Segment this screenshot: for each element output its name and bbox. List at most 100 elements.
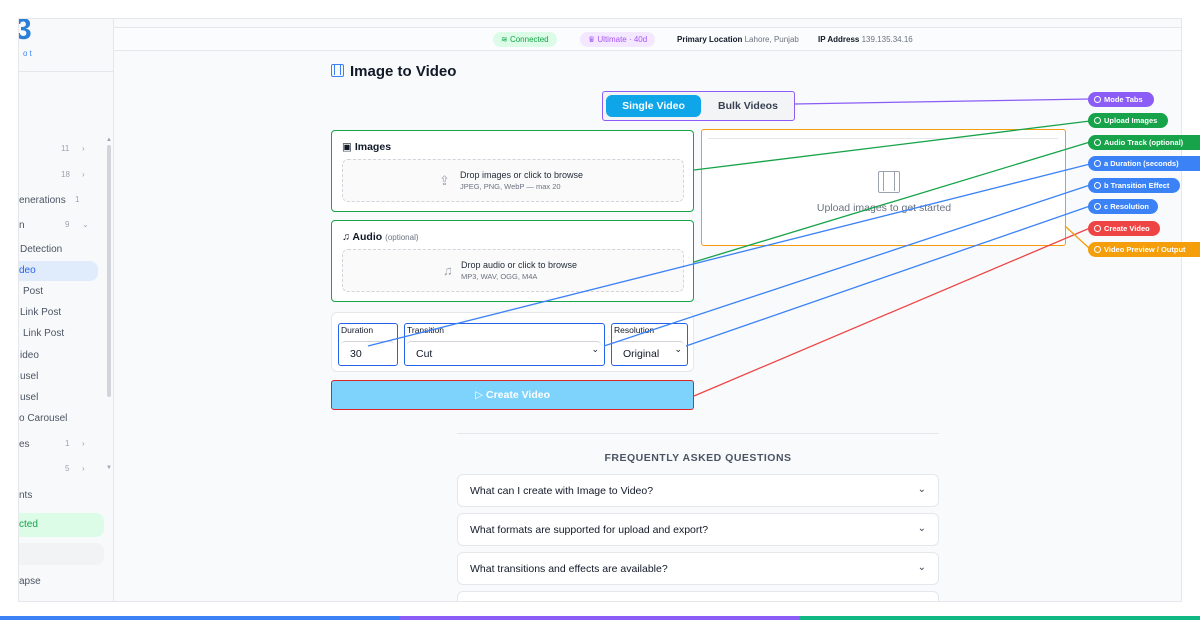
annotation-dot-icon xyxy=(1094,182,1101,189)
images-formats: JPEG, PNG, WebP — max 20 xyxy=(460,182,561,191)
tab-single-video[interactable]: Single Video xyxy=(606,95,701,117)
app-frame: 3 ot 11 › 18 › enerations 1 n 9 ⌄ Detect… xyxy=(18,18,1182,602)
annotation-dot-icon xyxy=(1094,96,1101,103)
bottom-gradient-strip xyxy=(0,616,1200,620)
sidebar-item-label: o Carousel xyxy=(19,413,68,424)
sidebar-connection-status: cted xyxy=(19,513,104,537)
images-upload-card: ▣ Images ⇪ Drop images or click to brows… xyxy=(331,130,694,212)
chevron-right-icon: › xyxy=(82,464,85,473)
annotation-label: Mode Tabs xyxy=(1104,95,1143,104)
chevron-down-icon: ⌄ xyxy=(917,523,926,534)
play-icon: ▷ xyxy=(475,389,486,401)
sidebar-item-label: Link Post xyxy=(20,307,62,318)
location-label: Primary Location xyxy=(677,35,743,44)
chevron-down-icon: ⌄ xyxy=(674,344,682,354)
page-title: Image to Video xyxy=(331,63,456,80)
duration-input[interactable]: 30 xyxy=(341,341,394,364)
annotation-dot-icon xyxy=(1094,246,1101,253)
duration-field[interactable]: Duration 30 xyxy=(338,323,398,366)
sidebar-item-label: Link Post xyxy=(23,328,65,339)
duration-label: Duration xyxy=(341,325,374,335)
scroll-up-icon[interactable]: ▲ xyxy=(106,137,112,143)
upload-icon: ⇪ xyxy=(439,173,450,188)
annotation-dot-icon xyxy=(1094,225,1101,232)
annotation-dot-icon xyxy=(1094,203,1101,210)
audio-title: ♫ Audio (optional) xyxy=(342,231,419,243)
faq-divider xyxy=(457,433,939,434)
annotation-duration: a Duration (seconds) xyxy=(1088,156,1200,171)
annotation-label: Audio Track (optional) xyxy=(1104,138,1184,147)
audio-title-text: Audio xyxy=(352,231,383,243)
strip-green xyxy=(800,616,1200,620)
images-drop-text: Drop images or click to browse xyxy=(460,170,584,180)
audio-dropzone[interactable]: ♫ Drop audio or click to browse MP3, WAV… xyxy=(342,249,684,292)
strip-blue xyxy=(0,616,400,620)
transition-select[interactable]: Cut xyxy=(407,341,601,364)
sidebar-item-label: usel xyxy=(20,392,39,403)
chevron-right-icon: › xyxy=(82,170,85,179)
chevron-down-icon: ⌄ xyxy=(917,484,926,495)
audio-drop-text: Drop audio or click to browse xyxy=(461,260,578,270)
sidebar-scrollbar[interactable] xyxy=(107,145,111,397)
chevron-right-icon: › xyxy=(82,144,85,153)
chevron-down-icon: ⌄ xyxy=(82,220,89,229)
faq-item[interactable]: What transitions and effects are availab… xyxy=(457,552,939,585)
create-video-button[interactable]: ▷ Create Video xyxy=(331,380,694,410)
annotation-transition: b Transition Effect xyxy=(1088,178,1180,193)
sidebar-collapse-label: apse xyxy=(19,576,41,587)
images-dropzone[interactable]: ⇪ Drop images or click to browse JPEG, P… xyxy=(342,159,684,202)
sidebar-item-count: 18 xyxy=(61,170,70,179)
create-video-label: Create Video xyxy=(486,389,550,401)
sidebar-item-label: deo xyxy=(19,265,36,276)
annotation-create-video: Create Video xyxy=(1088,221,1160,236)
sidebar-item-label: es xyxy=(19,439,30,450)
tab-bulk-videos[interactable]: Bulk Videos xyxy=(703,95,793,117)
top-status-bar: ≋ Connected ♛ Ultimate · 40d Primary Loc… xyxy=(114,27,1181,51)
sidebar: 3 ot 11 › 18 › enerations 1 n 9 ⌄ Detect… xyxy=(19,19,114,601)
sidebar-secondary-status xyxy=(19,543,104,565)
sidebar-divider xyxy=(19,71,113,72)
primary-location: Primary Location Lahore, Punjab xyxy=(677,35,799,44)
sidebar-item-count: 5 xyxy=(65,464,70,473)
ip-label: IP Address xyxy=(818,35,860,44)
music-icon: ♫ xyxy=(342,231,353,243)
ip-value: 139.135.34.16 xyxy=(861,35,913,44)
chevron-down-icon: ⌄ xyxy=(917,562,926,573)
images-title-text: Images xyxy=(354,141,392,153)
faq-question: What can I create with Image to Video? xyxy=(470,485,654,497)
audio-upload-card: ♫ Audio (optional) ♫ Drop audio or click … xyxy=(331,220,694,302)
annotation-video-preview: Video Preview / Output xyxy=(1088,242,1200,257)
audio-formats: MP3, WAV, OGG, M4A xyxy=(461,272,538,281)
transition-label: Transition xyxy=(407,325,445,335)
faq-item[interactable]: What can I create with Image to Video? ⌄ xyxy=(457,474,939,507)
annotation-label: Upload Images xyxy=(1104,116,1158,125)
annotation-upload-images: Upload Images xyxy=(1088,113,1168,128)
sidebar-item-count: 1 xyxy=(65,439,70,448)
chevron-down-icon: ⌄ xyxy=(591,344,599,354)
transition-field[interactable]: Transition Cut ⌄ xyxy=(404,323,605,366)
annotation-resolution: c Resolution xyxy=(1088,199,1158,214)
annotation-dot-icon xyxy=(1094,139,1101,146)
ip-address: IP Address 139.135.34.16 xyxy=(818,35,913,44)
sidebar-item-count: 11 xyxy=(61,144,70,153)
faq-question: What formats are supported for upload an… xyxy=(470,524,709,536)
faq-item-partial[interactable] xyxy=(457,591,939,601)
faq-item[interactable]: What formats are supported for upload an… xyxy=(457,513,939,546)
sidebar-item-count: 1 xyxy=(75,195,80,204)
wifi-icon: ≋ xyxy=(501,35,510,44)
annotation-audio-track: Audio Track (optional) xyxy=(1088,135,1200,150)
chevron-right-icon: › xyxy=(82,439,85,448)
film-placeholder-icon xyxy=(878,171,900,193)
annotation-label: Video Preview / Output xyxy=(1104,245,1186,254)
preview-area: Upload images to get started xyxy=(708,138,1058,238)
logo: 3 xyxy=(19,19,32,47)
annotation-label: c Resolution xyxy=(1104,202,1150,211)
preview-placeholder-text: Upload images to get started xyxy=(816,202,952,214)
annotation-label: Create Video xyxy=(1104,224,1150,233)
sidebar-item-count: 9 xyxy=(65,220,70,229)
strip-purple xyxy=(400,616,800,620)
faq-heading: FREQUENTLY ASKED QUESTIONS xyxy=(604,452,792,464)
resolution-field[interactable]: Resolution Original ⌄ xyxy=(611,323,688,366)
scroll-down-icon[interactable]: ▼ xyxy=(106,465,112,471)
images-title: ▣ Images xyxy=(342,141,391,153)
